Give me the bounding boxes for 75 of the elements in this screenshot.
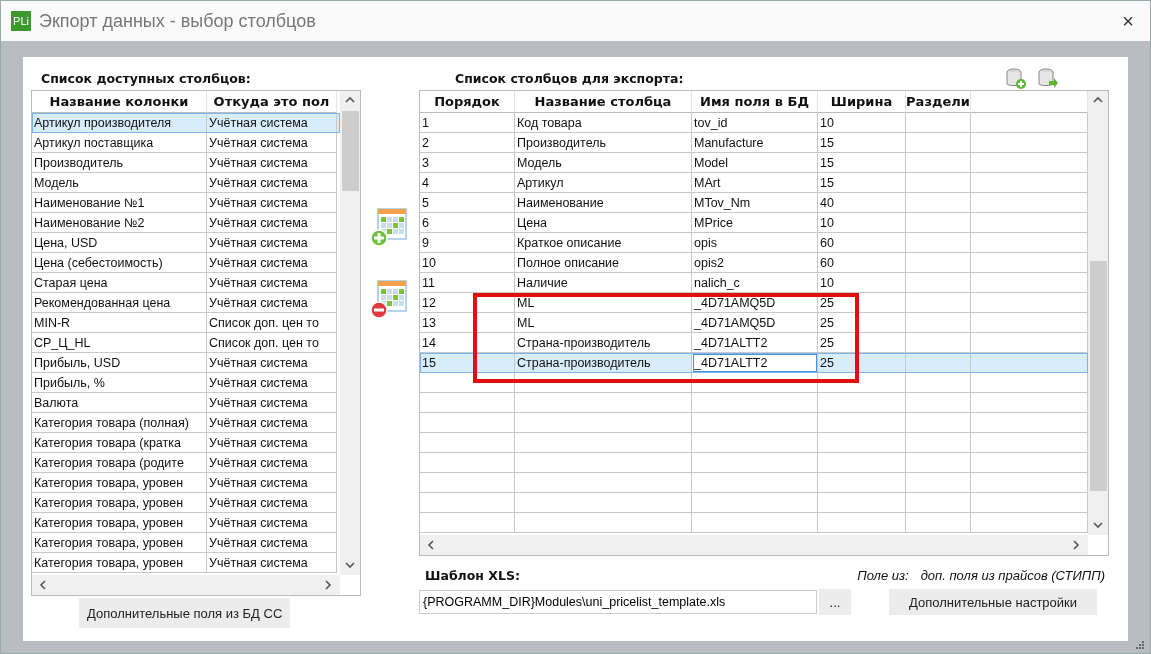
table-row[interactable]: Категория товара, уровен Учётная система (32, 513, 340, 533)
column-header[interactable]: Откуда это пол (207, 91, 337, 113)
source-value: доп. поля из прайсов (СТИПП) (920, 568, 1105, 583)
table-row[interactable]: Модель Учётная система (32, 173, 340, 193)
browse-button[interactable]: ... (819, 589, 851, 615)
vertical-scrollbar[interactable] (340, 91, 360, 575)
table-row[interactable]: Наименование №1 Учётная система (32, 193, 340, 213)
table-row[interactable]: 3 Модель Model 15 (420, 153, 1088, 173)
scrollbar-thumb[interactable] (341, 111, 359, 191)
source-label: Поле из: (857, 568, 909, 583)
table-row[interactable]: 15 Страна-производитель _4D71ALTT2 25 (420, 353, 1088, 373)
table-row[interactable]: 11 Наличие nalich_c 10 (420, 273, 1088, 293)
table-row[interactable]: Старая цена Учётная система (32, 273, 340, 293)
table-row[interactable]: Категория товара (родите Учётная система (32, 453, 340, 473)
table-row[interactable]: Категория товара, уровен Учётная система (32, 493, 340, 513)
window-title: Экпорт данных - выбор столбцов (39, 10, 317, 32)
calendar-add-icon[interactable] (370, 207, 410, 249)
table-row[interactable]: 9 Краткое описание opis 60 (420, 233, 1088, 253)
table-row[interactable]: 4 Артикул MArt 15 (420, 173, 1088, 193)
table-row[interactable]: Цена (себестоимость) Учётная система (32, 253, 340, 273)
table-row[interactable]: 6 Цена MPrice 10 (420, 213, 1088, 233)
table-row[interactable]: 1 Код товара tov_id 10 (420, 113, 1088, 133)
table-cell: Категория товара, уровен (32, 553, 207, 573)
export-columns-label: Список столбцов для экспорта: (454, 70, 684, 88)
calendar-remove-icon[interactable] (370, 279, 410, 321)
database-export-icon[interactable] (1037, 67, 1059, 90)
table-row[interactable]: Валюта Учётная система (32, 393, 340, 413)
table-row[interactable]: 2 Производитель Manufacture 15 (420, 133, 1088, 153)
table-row[interactable]: 10 Полное описание opis2 60 (420, 253, 1088, 273)
column-header[interactable]: Название столбца (515, 91, 692, 113)
table-row[interactable]: 5 Наименование MTov_Nm 40 (420, 193, 1088, 213)
table-row[interactable]: Категория товара (полная) Учётная система (32, 413, 340, 433)
table-row[interactable]: 13 ML _4D71AMQ5D 25 (420, 313, 1088, 333)
template-label: Шаблон XLS: (424, 567, 520, 585)
table-row[interactable]: Категория товара, уровен Учётная система (32, 473, 340, 493)
chevron-down-icon[interactable] (1092, 519, 1104, 531)
column-header[interactable]: Название колонки (32, 91, 207, 113)
table-row[interactable]: Артикул поставщика Учётная система (32, 133, 340, 153)
app-logo: PLi (11, 11, 31, 31)
table-row[interactable]: 14 Страна-производитель _4D71ALTT2 25 (420, 333, 1088, 353)
advanced-settings-button[interactable]: Дополнительные настройки (889, 589, 1097, 615)
table-cell: Наличие (515, 273, 692, 293)
column-header[interactable]: Имя поля в БД (692, 91, 818, 113)
table-row[interactable]: Прибыль, USD Учётная система (32, 353, 340, 373)
table-row[interactable]: Цена, USD Учётная система (32, 233, 340, 253)
resize-grip-icon[interactable] (1136, 641, 1144, 649)
scrollbar-thumb[interactable] (1089, 261, 1107, 491)
column-header[interactable]: Порядок (420, 91, 515, 113)
table-row[interactable]: Рекомендованная цена Учётная система (32, 293, 340, 313)
table-row[interactable]: Категория товара, уровен Учётная система (32, 553, 340, 573)
available-columns-label: Список доступных столбцов: (40, 70, 252, 88)
horizontal-scrollbar[interactable] (420, 535, 1088, 555)
table-row[interactable]: MIN-R Список доп. цен то (32, 313, 340, 333)
chevron-right-icon[interactable] (1070, 539, 1082, 551)
vertical-scrollbar[interactable] (1088, 91, 1108, 535)
horizontal-scrollbar[interactable] (32, 575, 340, 595)
table-cell (906, 513, 971, 533)
table-cell: nalich_c (692, 273, 818, 293)
column-header[interactable]: Ширина (818, 91, 906, 113)
table-cell: Учётная система (207, 553, 337, 573)
table-row[interactable]: Производитель Учётная система (32, 153, 340, 173)
table-row[interactable]: Категория товара, уровен Учётная система (32, 533, 340, 553)
cell-editor[interactable]: _4D71ALTT2 (692, 353, 818, 373)
database-add-icon[interactable] (1005, 67, 1027, 90)
table-row[interactable]: Артикул производителя Учётная система (32, 113, 340, 133)
extra-fields-button[interactable]: Дополнительные поля из БД СС (79, 598, 291, 628)
template-path-field[interactable]: {PROGRAMM_DIR}Modules\uni_pricelist_template.xls (419, 590, 817, 614)
table-row[interactable]: Категория товара (кратка Учётная система (32, 433, 340, 453)
column-header[interactable]: Раздели (906, 91, 971, 113)
close-button[interactable]: × (1116, 9, 1140, 33)
chevron-down-icon[interactable] (344, 559, 356, 571)
chevron-right-icon[interactable] (322, 579, 334, 591)
table-row[interactable]: Наименование №2 Учётная система (32, 213, 340, 233)
table-row[interactable]: СР_Ц_HL Список доп. цен то (32, 333, 340, 353)
table-row[interactable]: Прибыль, % Учётная система (32, 373, 340, 393)
